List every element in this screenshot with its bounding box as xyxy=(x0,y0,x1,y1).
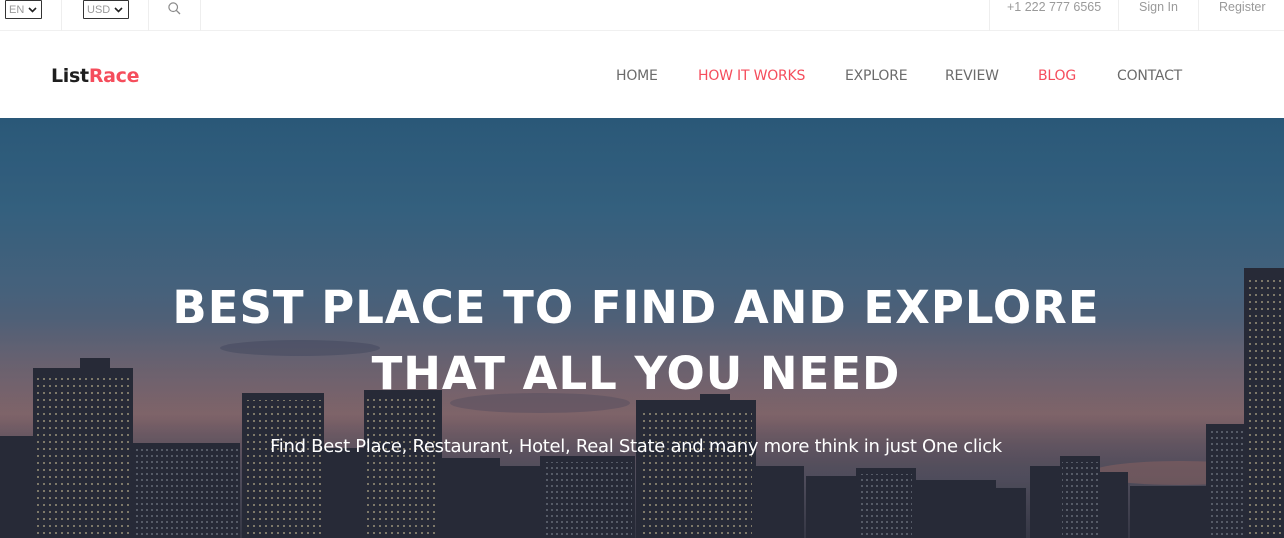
main-header: ListRace HOME HOW IT WORKS EXPLORE REVIE… xyxy=(0,31,1284,118)
main-nav: HOME HOW IT WORKS EXPLORE REVIEW BLOG CO… xyxy=(0,68,1284,88)
divider xyxy=(1118,0,1119,31)
chevron-down-icon xyxy=(28,7,37,13)
nav-home[interactable]: HOME xyxy=(616,68,658,84)
divider xyxy=(989,0,990,31)
phone-number: +1 222 777 6565 xyxy=(1007,0,1102,14)
divider xyxy=(1198,0,1199,31)
nav-explore[interactable]: EXPLORE xyxy=(845,68,908,84)
divider xyxy=(200,0,201,31)
hero-section: BEST PLACE TO FIND AND EXPLORE THAT ALL … xyxy=(0,118,1284,538)
nav-contact[interactable]: CONTACT xyxy=(1117,68,1182,84)
divider xyxy=(148,0,149,31)
nav-how-it-works[interactable]: HOW IT WORKS xyxy=(698,68,805,84)
sign-in-link[interactable]: Sign In xyxy=(1139,0,1178,14)
hero-subtitle: Find Best Place, Restaurant, Hotel, Real… xyxy=(270,436,1002,457)
chevron-down-icon xyxy=(114,7,123,13)
nav-blog[interactable]: BLOG xyxy=(1038,68,1076,84)
nav-review[interactable]: REVIEW xyxy=(945,68,999,84)
language-value: EN xyxy=(9,3,25,16)
currency-select[interactable]: USD xyxy=(83,0,129,19)
language-select[interactable]: EN xyxy=(5,0,42,19)
currency-value: USD xyxy=(87,3,111,16)
hero-title-line-1: BEST PLACE TO FIND AND EXPLORE xyxy=(172,281,1100,334)
search-icon[interactable] xyxy=(167,1,182,16)
top-bar: EN USD +1 222 777 6565 Sign In Register xyxy=(0,0,1284,31)
register-link[interactable]: Register xyxy=(1219,0,1266,14)
hero-title-line-2: THAT ALL YOU NEED xyxy=(371,347,901,400)
divider xyxy=(61,0,62,31)
